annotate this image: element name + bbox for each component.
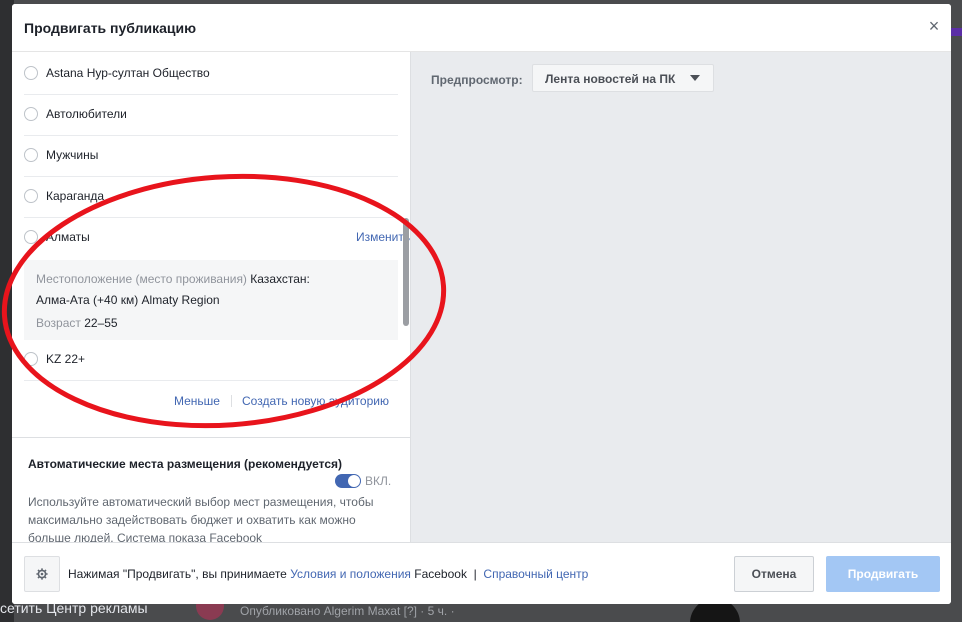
age-line: Возраст 22–55 xyxy=(36,316,118,330)
location-label: Местоположение (место проживания) xyxy=(36,272,247,286)
terms-prefix: Нажимая "Продвигать", вы принимаете xyxy=(68,567,287,581)
radio-button[interactable] xyxy=(24,66,38,80)
placements-toggle[interactable] xyxy=(335,474,361,488)
audience-option[interactable]: Автолюбители xyxy=(24,95,398,136)
background-accent xyxy=(950,28,962,36)
preview-select-value: Лента новостей на ПК xyxy=(545,72,676,86)
audience-option-label: KZ 22+ xyxy=(46,352,86,366)
section-divider xyxy=(12,437,410,438)
preview-label: Предпросмотр: xyxy=(431,73,523,87)
radio-button[interactable] xyxy=(24,148,38,162)
audience-links: Меньше Создать новую аудиторию xyxy=(12,394,398,410)
footer-separator: | xyxy=(473,567,477,581)
preview-placement-select[interactable]: Лента новостей на ПК xyxy=(532,64,714,92)
show-less-link[interactable]: Меньше xyxy=(174,394,220,408)
audience-option[interactable]: Astana Нур-султан Общество xyxy=(24,54,398,95)
placements-description: Используйте автоматический выбор мест ра… xyxy=(28,495,374,542)
audience-option-label: Караганда xyxy=(46,189,105,203)
audience-option[interactable]: KZ 22+ xyxy=(24,340,398,381)
audience-option-label: Astana Нур-султан Общество xyxy=(46,66,210,80)
audience-details: Местоположение (место проживания) Казахс… xyxy=(24,260,398,340)
audience-option[interactable]: Караганда xyxy=(24,177,398,218)
terms-brand: Facebook xyxy=(414,567,467,581)
help-center-link[interactable]: Справочный центр xyxy=(483,567,588,581)
audience-option-label: Автолюбители xyxy=(46,107,127,121)
radio-button[interactable] xyxy=(24,189,38,203)
caret-down-icon xyxy=(690,75,700,81)
promote-button[interactable]: Продвигать xyxy=(826,556,940,592)
audience-panel: Astana Нур-султан Общество Автолюбители … xyxy=(12,52,411,542)
background-post-meta: Опубликовано Algerim Maxat [?] · 5 ч. · xyxy=(240,604,455,618)
link-separator xyxy=(231,395,232,407)
create-audience-link[interactable]: Создать новую аудиторию xyxy=(242,394,389,408)
toggle-label: ВКЛ. xyxy=(365,474,392,488)
audience-option-selected[interactable]: Алматы Изменить xyxy=(24,218,410,259)
audience-option[interactable]: Мужчины xyxy=(24,136,398,177)
dialog-title: Продвигать публикацию xyxy=(24,20,197,36)
dialog-footer: Нажимая "Продвигать", вы принимаете Усло… xyxy=(12,542,951,604)
cancel-button[interactable]: Отмена xyxy=(734,556,814,592)
toggle-knob xyxy=(348,475,360,487)
location-country: Казахстан: xyxy=(250,272,310,286)
scrollbar[interactable] xyxy=(403,218,409,326)
radio-button[interactable] xyxy=(24,107,38,121)
audience-option-label: Алматы xyxy=(46,230,90,244)
preview-panel: Предпросмотр: Лента новостей на ПК xyxy=(411,52,951,542)
location-line: Местоположение (место проживания) Казахс… xyxy=(36,272,310,286)
close-icon[interactable]: × xyxy=(924,16,944,36)
radio-button[interactable] xyxy=(24,230,38,244)
age-value: 22–55 xyxy=(84,316,118,330)
audience-option-label: Мужчины xyxy=(46,148,99,162)
location-region: Алма-Ата (+40 км) Almaty Region xyxy=(36,293,220,307)
terms-notice: Нажимая "Продвигать", вы принимаете Усло… xyxy=(68,567,588,581)
terms-link[interactable]: Условия и положения xyxy=(290,567,411,581)
settings-button[interactable] xyxy=(24,556,60,592)
age-label: Возраст xyxy=(36,316,81,330)
promote-post-dialog: Продвигать публикацию × Astana Нур-султа… xyxy=(12,4,951,604)
radio-button[interactable] xyxy=(24,352,38,366)
placements-title: Автоматические места размещения (рекомен… xyxy=(28,457,343,471)
dialog-header: Продвигать публикацию × xyxy=(12,4,951,52)
gear-icon xyxy=(36,568,48,580)
